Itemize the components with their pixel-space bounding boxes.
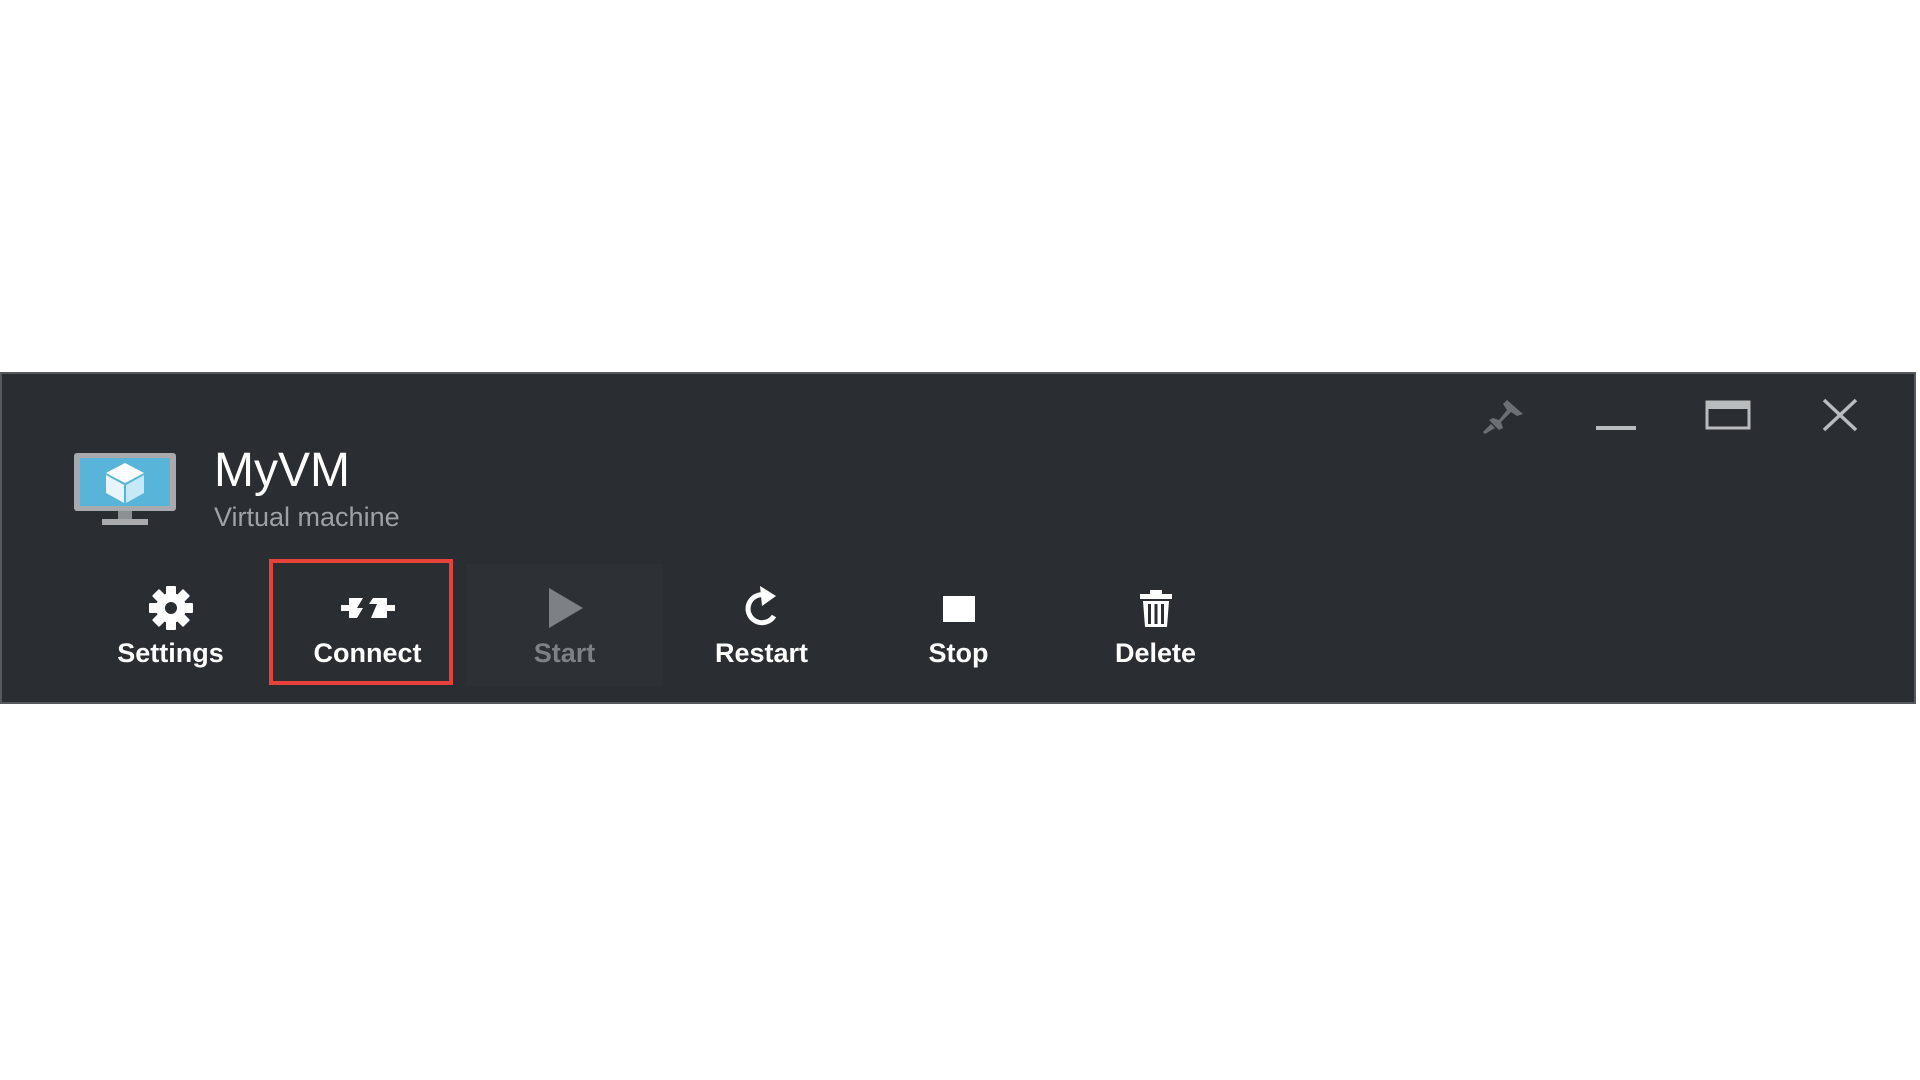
window-controls bbox=[1448, 386, 1896, 446]
restart-icon bbox=[745, 586, 776, 626]
title-block: MyVM Virtual machine bbox=[214, 444, 400, 534]
stop-label: Stop bbox=[928, 638, 989, 668]
vm-blade: MyVM Virtual machine Settings Connect St… bbox=[0, 372, 1916, 704]
start-button[interactable]: Start bbox=[466, 564, 663, 686]
maximize-button[interactable] bbox=[1672, 386, 1784, 446]
close-button[interactable] bbox=[1784, 386, 1896, 446]
gear-icon bbox=[148, 586, 193, 630]
delete-button[interactable]: Delete bbox=[1057, 564, 1254, 686]
stop-icon bbox=[942, 596, 975, 622]
settings-button[interactable]: Settings bbox=[72, 564, 269, 686]
delete-label: Delete bbox=[1114, 638, 1197, 668]
virtual-machine-icon bbox=[74, 453, 176, 525]
settings-label: Settings bbox=[117, 638, 224, 668]
connect-button[interactable]: Connect bbox=[269, 559, 466, 686]
stop-button[interactable]: Stop bbox=[860, 564, 1057, 686]
restart-label: Restart bbox=[714, 638, 809, 668]
vm-title: MyVM bbox=[214, 444, 350, 497]
minimize-button[interactable] bbox=[1560, 386, 1672, 446]
maximize-icon bbox=[1705, 400, 1751, 430]
trash-icon bbox=[1139, 590, 1172, 627]
play-icon bbox=[548, 588, 583, 628]
start-label: Start bbox=[533, 638, 596, 668]
blade-header: MyVM Virtual machine bbox=[72, 444, 400, 534]
command-toolbar: Settings Connect Start Restart Stop Dele… bbox=[72, 559, 1254, 686]
pin-icon bbox=[1483, 400, 1523, 434]
pin-button[interactable] bbox=[1448, 386, 1560, 446]
close-icon bbox=[1822, 398, 1858, 432]
connect-plug-icon bbox=[340, 598, 395, 618]
connect-label: Connect bbox=[313, 638, 422, 668]
vm-subtitle: Virtual machine bbox=[214, 502, 400, 532]
restart-button[interactable]: Restart bbox=[663, 564, 860, 686]
minimize-icon bbox=[1596, 426, 1636, 430]
